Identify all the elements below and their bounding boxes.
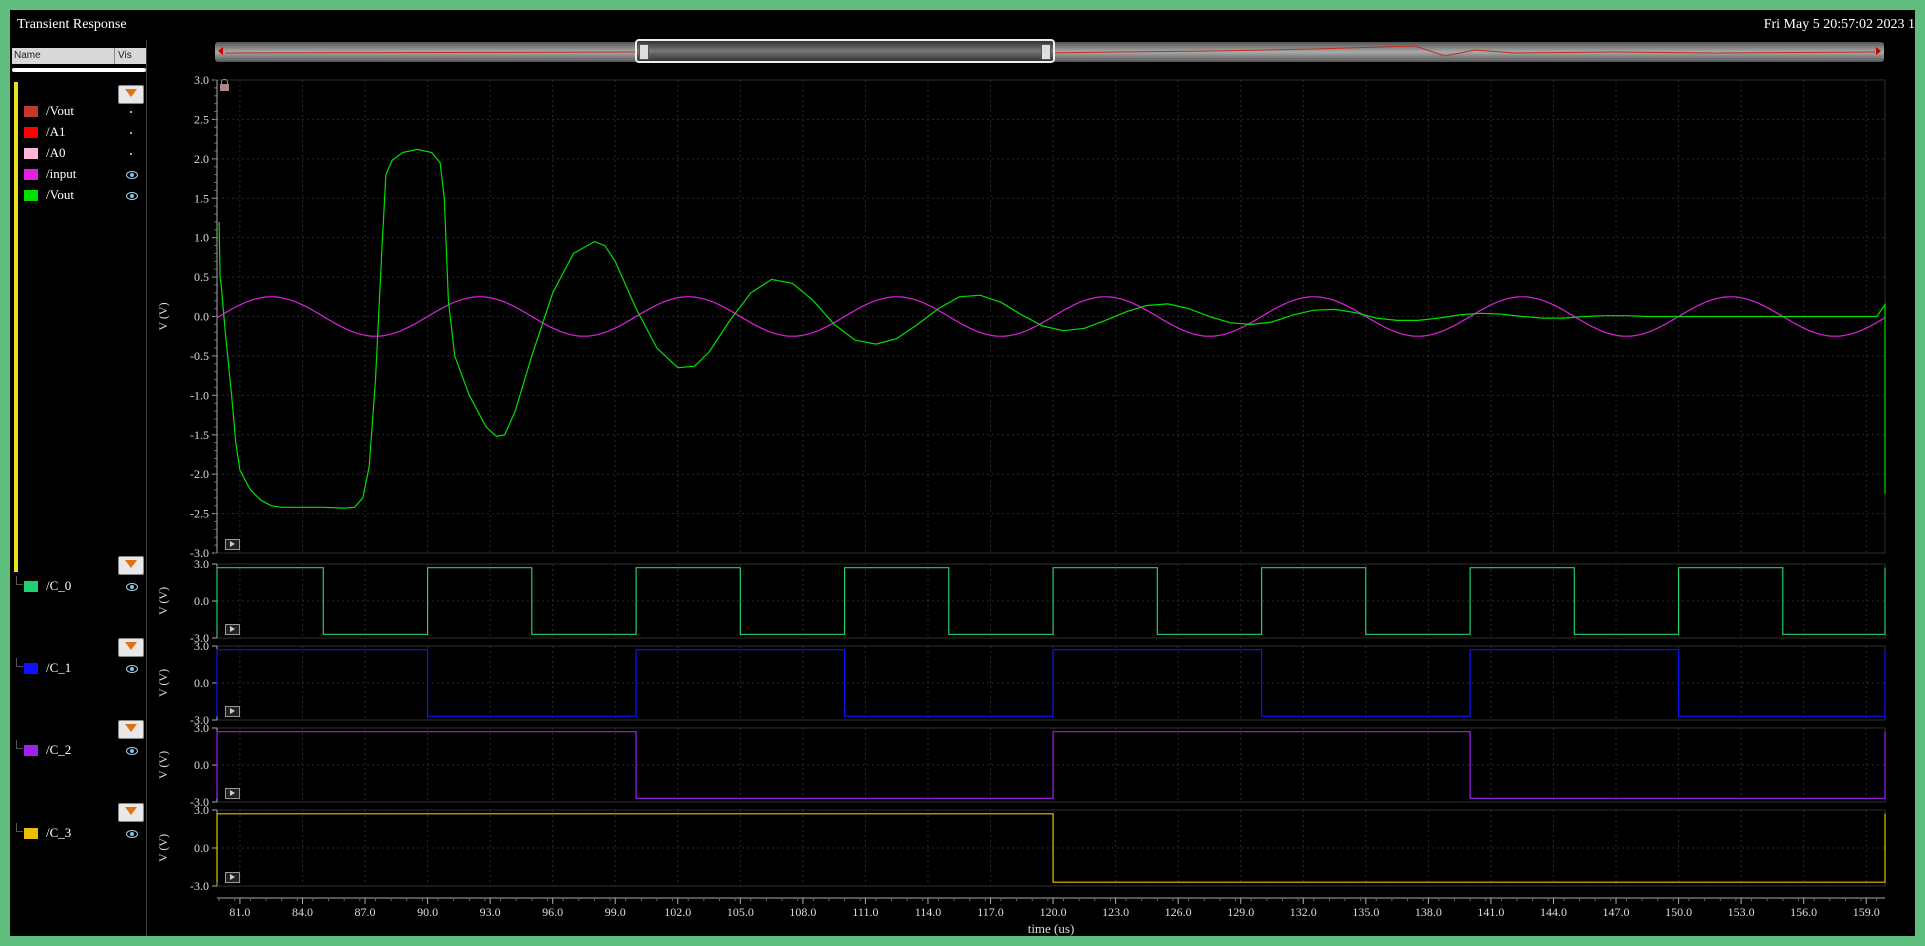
x-tick-label: 156.0 (1790, 905, 1817, 919)
y-tick-label: 2.5 (194, 112, 209, 126)
play-icon[interactable] (225, 539, 240, 550)
x-tick-label: 90.0 (417, 905, 438, 919)
y-tick-label: 3.0 (194, 557, 209, 571)
y-tick-label: -1.5 (190, 428, 209, 442)
x-axis-label: time (us) (1028, 921, 1075, 936)
x-tick-label: 111.0 (852, 905, 878, 919)
y-tick-label: 0.0 (194, 310, 209, 324)
x-tick-label: 129.0 (1227, 905, 1254, 919)
x-tick-label: 81.0 (229, 905, 250, 919)
y-tick-label: 3.0 (194, 721, 209, 735)
y-tick-label: 0.0 (194, 758, 209, 772)
y-axis-label: V (V) (156, 587, 170, 615)
x-tick-label: 117.0 (977, 905, 1004, 919)
y-tick-label: -2.5 (190, 507, 209, 521)
play-icon[interactable] (225, 788, 240, 799)
x-tick-label: 96.0 (542, 905, 563, 919)
y-axis-label: V (V) (156, 669, 170, 697)
y-tick-label: -1.0 (190, 388, 209, 402)
y-axis-label: V (V) (156, 751, 170, 779)
y-tick-label: -3.0 (190, 879, 209, 893)
x-tick-label: 126.0 (1165, 905, 1192, 919)
x-tick-label: 150.0 (1665, 905, 1692, 919)
x-tick-label: 123.0 (1102, 905, 1129, 919)
lock-icon[interactable] (220, 79, 229, 91)
y-tick-label: -0.5 (190, 349, 209, 363)
x-tick-label: 114.0 (915, 905, 942, 919)
y-tick-label: 1.0 (194, 231, 209, 245)
x-tick-label: 84.0 (292, 905, 313, 919)
x-tick-label: 87.0 (355, 905, 376, 919)
y-axis-label: V (V) (156, 302, 170, 330)
x-tick-label: 93.0 (480, 905, 501, 919)
y-tick-label: 0.0 (194, 841, 209, 855)
y-axis-label: V (V) (156, 834, 170, 862)
y-tick-label: 3.0 (194, 803, 209, 817)
play-icon[interactable] (225, 872, 240, 883)
x-tick-label: 144.0 (1540, 905, 1567, 919)
x-tick-label: 141.0 (1477, 905, 1504, 919)
x-tick-label: 138.0 (1415, 905, 1442, 919)
y-tick-label: 3.0 (194, 73, 209, 87)
x-tick-label: 153.0 (1728, 905, 1755, 919)
x-tick-label: 135.0 (1352, 905, 1379, 919)
x-tick-label: 159.0 (1853, 905, 1880, 919)
y-tick-label: 3.0 (194, 639, 209, 653)
y-tick-label: 0.5 (194, 270, 209, 284)
x-tick-label: 147.0 (1603, 905, 1630, 919)
series-line (218, 148, 1886, 509)
y-tick-label: -2.0 (190, 467, 209, 481)
x-tick-label: 99.0 (605, 905, 626, 919)
y-tick-label: 0.0 (194, 676, 209, 690)
y-tick-label: 1.5 (194, 191, 209, 205)
x-tick-label: 102.0 (664, 905, 691, 919)
y-tick-label: 2.0 (194, 152, 209, 166)
x-tick-label: 120.0 (1040, 905, 1067, 919)
play-icon[interactable] (225, 624, 240, 635)
x-tick-label: 105.0 (727, 905, 754, 919)
y-tick-label: 0.0 (194, 594, 209, 608)
waveform-window: Transient Response Fri May 5 20:57:02 20… (10, 10, 1915, 936)
play-icon[interactable] (225, 706, 240, 717)
x-tick-label: 132.0 (1290, 905, 1317, 919)
x-tick-label: 108.0 (789, 905, 816, 919)
plot-area[interactable]: 3.0 2.5 2.0 1.5 1.0 0.5 0.0 -0.5 -1.0 -1.5 -2.0 -2.… (10, 10, 1915, 936)
